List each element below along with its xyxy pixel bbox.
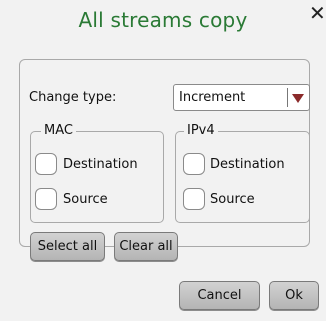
mac-source-label: Source bbox=[63, 192, 108, 207]
ipv4-group-title: IPv4 bbox=[184, 123, 218, 139]
ipv4-destination-checkbox[interactable] bbox=[183, 153, 205, 175]
triangle-down-icon bbox=[292, 94, 304, 103]
mac-group-title: MAC bbox=[41, 123, 76, 139]
select-separator bbox=[287, 88, 288, 107]
ok-button[interactable]: Ok bbox=[269, 281, 319, 310]
clear-all-button[interactable]: Clear all bbox=[114, 232, 178, 261]
cancel-button[interactable]: Cancel bbox=[179, 281, 260, 310]
ipv4-destination-label: Destination bbox=[210, 157, 285, 172]
mac-destination-label: Destination bbox=[63, 157, 138, 172]
change-type-label: Change type: bbox=[29, 90, 117, 105]
close-icon[interactable]: ✕ bbox=[309, 2, 326, 24]
mac-source-checkbox[interactable] bbox=[35, 188, 57, 210]
change-type-value: Increment bbox=[179, 90, 246, 105]
select-all-button[interactable]: Select all bbox=[30, 232, 105, 261]
ipv4-source-checkbox[interactable] bbox=[183, 188, 205, 210]
dialog-title: All streams copy bbox=[78, 8, 248, 32]
ipv4-source-label: Source bbox=[210, 192, 255, 207]
change-type-select[interactable]: Increment bbox=[173, 84, 310, 111]
mac-destination-checkbox[interactable] bbox=[35, 153, 57, 175]
